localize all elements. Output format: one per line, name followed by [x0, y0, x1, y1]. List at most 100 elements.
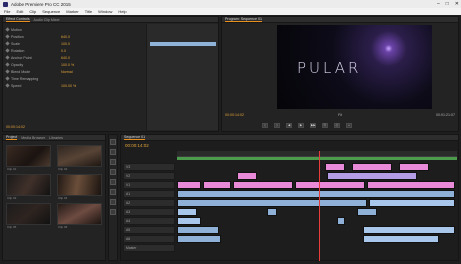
disclosure-triangle-icon[interactable]: [5, 83, 10, 88]
menu-title[interactable]: Title: [85, 9, 92, 14]
disclosure-triangle-icon[interactable]: [5, 48, 10, 53]
disclosure-triangle-icon[interactable]: [5, 55, 10, 60]
audio-clip[interactable]: [177, 235, 221, 243]
menu-sequence[interactable]: Sequence: [42, 9, 60, 14]
audio-clip[interactable]: [357, 208, 377, 216]
effect-row[interactable]: Position 640.0: [5, 33, 146, 40]
video-clip[interactable]: [295, 181, 365, 189]
maximize-button[interactable]: □: [446, 0, 449, 8]
effect-row[interactable]: Motion: [5, 26, 146, 33]
disclosure-triangle-icon[interactable]: [5, 34, 10, 39]
close-button[interactable]: ✕: [455, 0, 459, 8]
disclosure-triangle-icon[interactable]: [5, 27, 10, 32]
project-thumbnail[interactable]: Clip 06: [57, 203, 102, 229]
project-thumbnail[interactable]: Clip 01: [6, 145, 51, 171]
menu-marker[interactable]: Marker: [66, 9, 78, 14]
audio-clip[interactable]: [369, 199, 455, 207]
track-header-v2[interactable]: V2: [123, 172, 175, 180]
slip-tool-icon[interactable]: [110, 179, 116, 185]
timeline-timecode[interactable]: 00:00:14:02: [125, 143, 149, 148]
effect-row[interactable]: Blend Mode Normal: [5, 68, 146, 75]
step-back-button[interactable]: ◀: [286, 123, 292, 128]
track-lane-v1[interactable]: [177, 181, 457, 189]
step-forward-button[interactable]: ▶▶: [310, 123, 316, 128]
work-area-bar[interactable]: [177, 157, 457, 160]
tab-effect-controls[interactable]: Effect Controls: [6, 17, 30, 22]
razor-tool-icon[interactable]: [110, 169, 116, 175]
mark-in-button[interactable]: {: [262, 123, 268, 128]
track-header-v1[interactable]: V1: [123, 181, 175, 189]
video-clip[interactable]: [367, 181, 455, 189]
tab-audio-clip-mixer[interactable]: Audio Clip Mixer: [34, 18, 60, 22]
track-lane-v3[interactable]: [177, 163, 457, 171]
disclosure-triangle-icon[interactable]: [5, 62, 10, 67]
effect-clip-bar[interactable]: [150, 42, 216, 46]
track-lane-v2[interactable]: [177, 172, 457, 180]
disclosure-triangle-icon[interactable]: [5, 41, 10, 46]
track-header-a5[interactable]: A5: [123, 226, 175, 234]
hand-tool-icon[interactable]: [110, 199, 116, 205]
effect-row[interactable]: Time Remapping: [5, 75, 146, 82]
track-header-a3[interactable]: A3: [123, 208, 175, 216]
menu-file[interactable]: File: [4, 9, 10, 14]
mark-out-button[interactable]: }: [274, 123, 280, 128]
project-thumbnail[interactable]: Clip 04: [57, 174, 102, 200]
tab-program-monitor[interactable]: Program: Sequence 01: [225, 17, 262, 22]
project-thumbnail[interactable]: Clip 05: [6, 203, 51, 229]
extract-button[interactable]: ⎙: [334, 123, 340, 128]
track-header-a4[interactable]: A4: [123, 217, 175, 225]
track-select-tool-icon[interactable]: [110, 149, 116, 155]
audio-clip[interactable]: [177, 226, 219, 234]
lift-button[interactable]: ⎘: [322, 123, 328, 128]
track-lane-a6[interactable]: [177, 235, 457, 243]
effect-mini-timeline[interactable]: [146, 24, 218, 130]
video-clip[interactable]: [233, 181, 293, 189]
video-clip[interactable]: [399, 163, 429, 171]
selection-tool-icon[interactable]: [110, 139, 116, 145]
menu-help[interactable]: Help: [118, 9, 126, 14]
video-clip[interactable]: [177, 181, 201, 189]
project-thumbnail[interactable]: Clip 02: [57, 145, 102, 171]
video-clip[interactable]: [352, 163, 392, 171]
audio-clip[interactable]: [267, 208, 277, 216]
tab-project[interactable]: Project: [6, 135, 18, 140]
project-thumbnail[interactable]: Clip 03: [6, 174, 51, 200]
effect-row[interactable]: Speed 100.00 %: [5, 82, 146, 89]
minimize-button[interactable]: –: [437, 0, 440, 8]
menu-clip[interactable]: Clip: [29, 9, 36, 14]
tab-sequence[interactable]: Sequence 01: [124, 135, 146, 140]
video-clip[interactable]: [327, 172, 417, 180]
track-lane-a1[interactable]: [177, 190, 457, 198]
effect-row[interactable]: Anchor Point 640.0: [5, 54, 146, 61]
audio-clip[interactable]: [177, 199, 367, 207]
audio-clip[interactable]: [363, 226, 455, 234]
effect-row[interactable]: Rotation 0.0: [5, 47, 146, 54]
program-viewer[interactable]: PULAR: [277, 25, 432, 109]
track-lane-a2[interactable]: [177, 199, 457, 207]
effect-timecode[interactable]: 00:00:14:02: [6, 125, 25, 129]
video-clip[interactable]: [237, 172, 257, 180]
track-header-a6[interactable]: A6: [123, 235, 175, 243]
video-clip[interactable]: [325, 163, 345, 171]
audio-clip[interactable]: [337, 217, 345, 225]
audio-clip[interactable]: [177, 217, 201, 225]
track-lane-a3[interactable]: [177, 208, 457, 216]
pen-tool-icon[interactable]: [110, 189, 116, 195]
track-lane-a4[interactable]: [177, 217, 457, 225]
track-header-a2[interactable]: A2: [123, 199, 175, 207]
type-tool-icon[interactable]: [110, 209, 116, 215]
track-lane-a5[interactable]: [177, 226, 457, 234]
audio-clip[interactable]: [177, 190, 455, 198]
disclosure-triangle-icon[interactable]: [5, 69, 10, 74]
effect-row[interactable]: Opacity 100.0 %: [5, 61, 146, 68]
play-button[interactable]: ▶: [298, 123, 304, 128]
track-header-master[interactable]: Master: [123, 244, 175, 252]
add-button[interactable]: +: [346, 123, 352, 128]
fit-dropdown[interactable]: Fit: [338, 113, 342, 117]
program-timecode[interactable]: 00:00:14:02: [225, 113, 244, 117]
audio-clip[interactable]: [177, 208, 197, 216]
audio-clip[interactable]: [363, 235, 439, 243]
video-clip[interactable]: [203, 181, 231, 189]
track-header-v3[interactable]: V3: [123, 163, 175, 171]
playhead-line[interactable]: [319, 151, 320, 261]
